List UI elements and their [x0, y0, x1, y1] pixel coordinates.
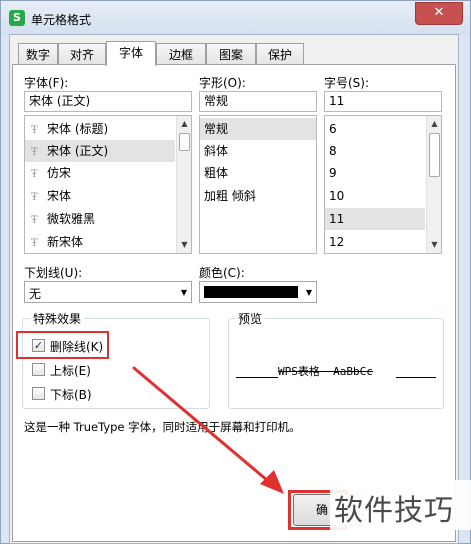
annotation-arrow	[132, 366, 284, 494]
tab-font[interactable]: 字体	[106, 41, 156, 66]
annotation-arrow-line	[132, 366, 276, 488]
annotation-arrow-head-icon	[260, 470, 284, 494]
